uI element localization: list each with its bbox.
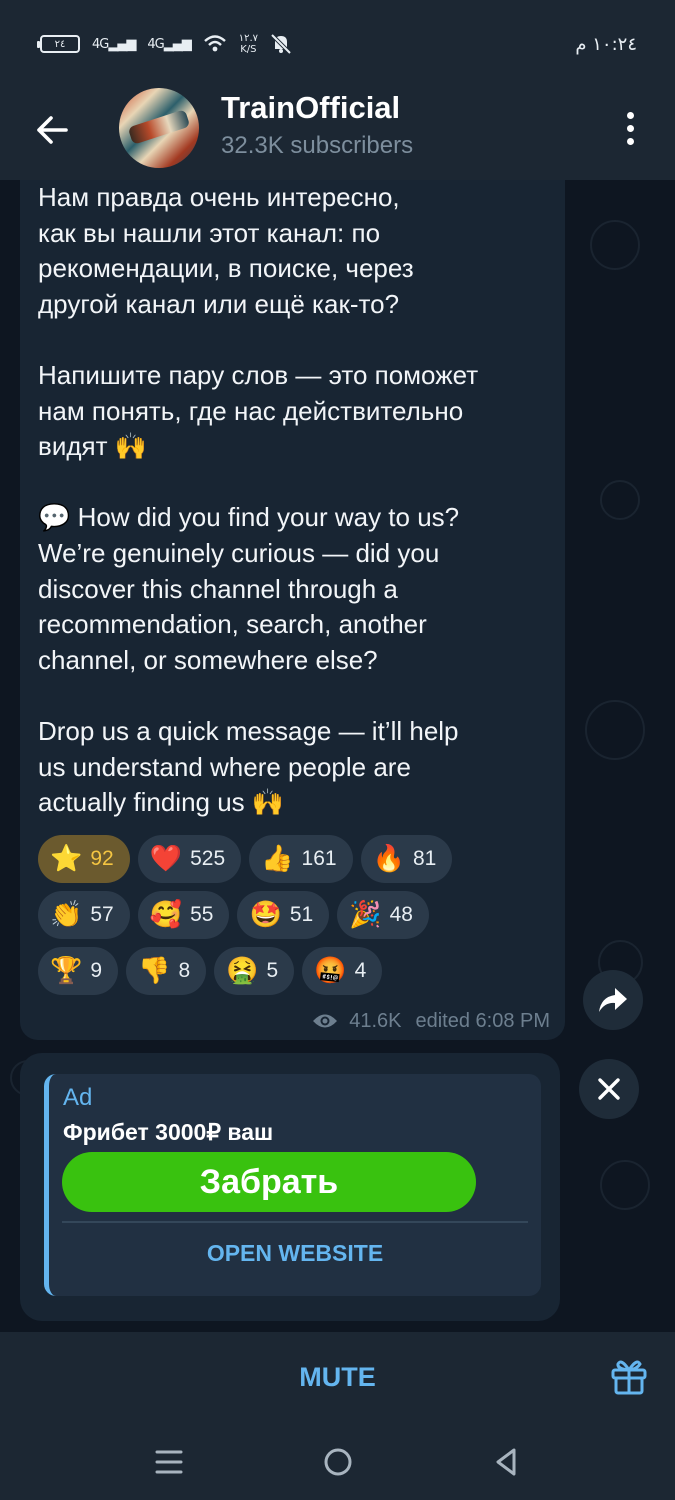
ad-cta-button[interactable]: Забрать [62, 1152, 476, 1212]
gift-icon [611, 1360, 647, 1395]
reaction-thumbs-down[interactable]: 👎 8 [126, 947, 207, 995]
reaction-trophy[interactable]: 🏆 9 [38, 947, 119, 995]
reaction-clap[interactable]: 👏 57 [38, 891, 130, 939]
back-nav-button[interactable] [486, 1442, 526, 1482]
reaction-row: 🏆 9 👎 8 🤮 5 🤬 4 [38, 947, 558, 995]
reaction-fire[interactable]: 🔥 81 [360, 835, 453, 883]
ad-label: Ad [63, 1084, 93, 1111]
subscriber-count: 32.3K subscribers [221, 132, 414, 159]
chat-header: TrainOfficial 32.3K subscribers [0, 88, 675, 180]
more-vertical-icon [626, 124, 634, 132]
reaction-row: 👏 57 🥰 55 🤩 51 🎉 48 [38, 891, 558, 939]
reaction-cursing[interactable]: 🤬 4 [302, 947, 383, 995]
home-circle-icon [324, 1448, 352, 1476]
ad-divider [62, 1221, 528, 1223]
back-button[interactable] [30, 108, 74, 152]
reaction-vomit[interactable]: 🤮 5 [214, 947, 295, 995]
reaction-count: 92 [90, 847, 114, 870]
reaction-count: 8 [178, 959, 191, 982]
reaction-row: ⭐ 92 ❤️ 525 👍 161 🔥 81 [38, 835, 558, 883]
fire-icon: 🔥 [372, 844, 405, 874]
heart-icon: ❤️ [149, 844, 183, 874]
signal-1-label: 4G [92, 36, 109, 52]
party-popper-icon: 🎉 [349, 900, 382, 930]
close-icon [598, 1078, 620, 1100]
clap-icon: 👏 [50, 900, 83, 930]
message-meta: 41.6K edited 6:08 PM [290, 1006, 550, 1036]
thumbs-up-icon: 👍 [261, 844, 294, 874]
ad-title: Фрибет 3000₽ ваш [63, 1119, 274, 1145]
reaction-count: 51 [289, 903, 314, 926]
eye-icon [313, 1014, 338, 1028]
reaction-count: 161 [301, 847, 337, 870]
signal-icon: 4G▂▄▆ [92, 36, 136, 52]
background-doodle [585, 700, 645, 760]
channel-title[interactable]: TrainOfficial [221, 90, 400, 126]
gift-button[interactable] [609, 1356, 653, 1400]
speed-unit: K/S [240, 44, 257, 55]
status-bar: ٢٤ 4G▂▄▆ 4G▂▄▆ ١٢.٧ K/S ١٠:٢٤ م [0, 0, 675, 88]
background-doodle [600, 480, 640, 520]
background-doodle [600, 1160, 650, 1210]
bottom-bar: MUTE [0, 1332, 675, 1424]
message-paragraph: 💬 How did you find your way to us? We’re… [38, 502, 460, 675]
reaction-count: 55 [190, 903, 214, 926]
reaction-count: 4 [354, 959, 367, 982]
reaction-count: 5 [266, 959, 279, 982]
reaction-thumbs-up[interactable]: 👍 161 [249, 835, 353, 883]
status-icons: ٢٤ 4G▂▄▆ 4G▂▄▆ ١٢.٧ K/S [37, 33, 292, 55]
more-vertical-icon [626, 111, 634, 119]
battery-icon: ٢٤ [37, 35, 80, 53]
menu-lines-icon [155, 1450, 183, 1474]
view-count: 41.6K [349, 1009, 402, 1032]
message-paragraph: Нам правда очень интересно, как вы нашли… [38, 182, 414, 319]
channel-avatar[interactable] [119, 88, 199, 168]
reactions: ⭐ 92 ❤️ 525 👍 161 🔥 81 👏 57 🥰 55 🤩 51 🎉 48 🏆 9 👎 8… [38, 835, 558, 1003]
home-button[interactable] [318, 1442, 358, 1482]
mute-button[interactable]: MUTE [0, 1362, 675, 1393]
clock: ١٠:٢٤ م [575, 33, 637, 55]
network-speed: ١٢.٧ K/S [239, 33, 258, 55]
reaction-star[interactable]: ⭐ 92 [38, 835, 130, 883]
smiling-hearts-icon: 🥰 [149, 900, 183, 930]
share-button[interactable] [583, 970, 643, 1030]
wifi-icon [203, 35, 226, 52]
arrow-left-icon [37, 116, 68, 144]
reaction-heart[interactable]: ❤️ 525 [137, 835, 242, 883]
reaction-party[interactable]: 🎉 48 [337, 891, 429, 939]
cursing-icon: 🤬 [314, 956, 347, 986]
reaction-star-struck[interactable]: 🤩 51 [237, 891, 330, 939]
reaction-count: 81 [412, 847, 437, 870]
mute-bell-icon [270, 33, 292, 55]
reaction-count: 48 [389, 903, 413, 926]
reaction-count: 57 [90, 903, 114, 926]
reaction-count: 525 [190, 847, 226, 870]
star-icon: ⭐ [50, 844, 83, 874]
triangle-back-icon [496, 1448, 516, 1476]
more-menu-button[interactable] [612, 106, 648, 150]
trophy-icon: 🏆 [50, 956, 83, 986]
edited-timestamp: edited 6:08 PM [415, 1009, 550, 1032]
message-paragraph: Напишите пару слов — это поможет нам пон… [38, 359, 479, 462]
battery-level: ٢٤ [54, 38, 66, 50]
reaction-smiling-hearts[interactable]: 🥰 55 [137, 891, 230, 939]
message-text: Нам правда очень интересно, как вы нашли… [38, 180, 558, 821]
speed-value: ١٢.٧ [238, 33, 259, 44]
signal-2-label: 4G [147, 36, 164, 52]
star-struck-icon: 🤩 [249, 900, 282, 930]
recent-apps-button[interactable] [149, 1442, 189, 1482]
vomit-icon: 🤮 [226, 956, 259, 986]
more-vertical-icon [626, 137, 634, 145]
open-website-button[interactable]: OPEN WEBSITE [62, 1240, 528, 1267]
message-paragraph: Drop us a quick message — it’ll help us … [38, 715, 459, 818]
system-nav-bar [0, 1424, 675, 1500]
thumbs-down-icon: 👎 [138, 956, 171, 986]
signal-icon: 4G▂▄▆ [147, 36, 191, 52]
close-ad-button[interactable] [579, 1059, 639, 1119]
background-doodle [590, 220, 640, 270]
share-arrow-icon [599, 988, 627, 1012]
reaction-count: 9 [90, 959, 103, 982]
